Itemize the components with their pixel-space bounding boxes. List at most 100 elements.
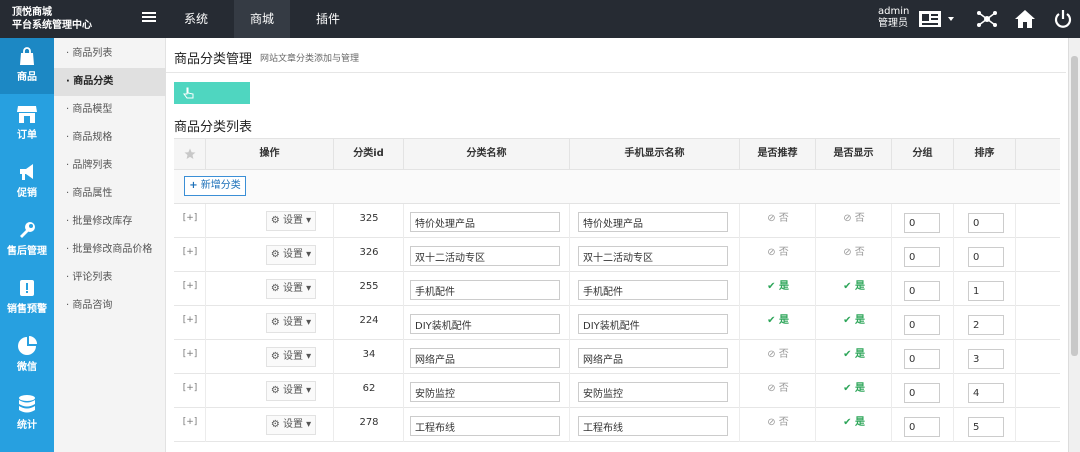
sort-input[interactable] — [968, 281, 1004, 301]
sort-input[interactable] — [968, 417, 1004, 437]
show-toggle[interactable]: ✔ 是 — [824, 306, 884, 336]
subnav-item-goods-spec[interactable]: · 商品规格 — [54, 124, 166, 152]
show-value: 否 — [854, 213, 865, 224]
mobile-name-input[interactable] — [578, 348, 728, 368]
bag-icon — [20, 47, 34, 65]
tab-plugins[interactable]: 插件 — [302, 0, 354, 38]
expand-toggle[interactable]: [+] — [174, 272, 206, 306]
settings-dropdown[interactable]: ⚙ 设置 ▾ — [266, 211, 316, 231]
expand-toggle[interactable]: [+] — [174, 238, 206, 272]
sort-input[interactable] — [968, 349, 1004, 369]
sort-input[interactable] — [968, 247, 1004, 267]
settings-dropdown[interactable]: ⚙ 设置 ▾ — [266, 347, 316, 367]
recommend-toggle[interactable]: ⊘ 否 — [748, 374, 808, 404]
sort-input[interactable] — [968, 383, 1004, 403]
mobile-name-input[interactable] — [578, 246, 728, 266]
group-input[interactable] — [904, 247, 940, 267]
tab-system[interactable]: 系统 — [170, 0, 222, 38]
id-card-icon[interactable] — [918, 9, 958, 29]
subnav-item-batch-price[interactable]: · 批量修改商品价格 — [54, 236, 166, 264]
show-toggle[interactable]: ✔ 是 — [824, 408, 884, 438]
group-input[interactable] — [904, 349, 940, 369]
category-id: 62 — [362, 383, 376, 394]
mobile-name-input[interactable] — [578, 280, 728, 300]
group-input[interactable] — [904, 315, 940, 335]
sitemap-icon[interactable] — [976, 9, 998, 29]
category-name-input[interactable] — [410, 314, 560, 334]
leftbar-item-promo[interactable]: 促销 — [0, 154, 54, 210]
col-mobile-name: 手机显示名称 — [570, 139, 740, 169]
leftbar-item-orders[interactable]: 订单 — [0, 96, 54, 152]
leftbar-item-wechat[interactable]: 微信 — [0, 328, 54, 384]
home-icon[interactable] — [1014, 9, 1036, 29]
sort-input[interactable] — [968, 315, 1004, 335]
user-info[interactable]: admin 管理员 — [878, 6, 909, 30]
expand-toggle[interactable]: [+] — [174, 340, 206, 374]
category-name-input[interactable] — [410, 416, 560, 436]
expand-toggle[interactable]: [+] — [174, 374, 206, 408]
settings-dropdown[interactable]: ⚙ 设置 ▾ — [266, 381, 316, 401]
leftbar-item-alert[interactable]: 销售预警 — [0, 270, 54, 326]
scrollbar[interactable] — [1068, 38, 1080, 452]
leftbar-item-stats[interactable]: 统计 — [0, 386, 54, 442]
recommend-toggle[interactable]: ✔ 是 — [748, 272, 808, 302]
power-icon[interactable] — [1052, 9, 1074, 29]
show-value: 是 — [854, 383, 865, 394]
show-toggle[interactable]: ⊘ 否 — [824, 238, 884, 268]
pie-icon — [18, 336, 37, 355]
leftbar-item-goods[interactable]: 商品 — [0, 38, 54, 94]
show-toggle[interactable]: ⊘ 否 — [824, 204, 884, 234]
database-icon — [19, 395, 35, 413]
leftbar-item-aftersale[interactable]: 售后管理 — [0, 212, 54, 268]
subnav-item-goods-category[interactable]: · 商品分类 — [54, 68, 166, 96]
ban-icon: ⊘ — [843, 247, 855, 258]
recommend-toggle[interactable]: ⊘ 否 — [748, 204, 808, 234]
settings-dropdown[interactable]: ⚙ 设置 ▾ — [266, 415, 316, 435]
subnav-item-goods-model[interactable]: · 商品模型 — [54, 96, 166, 124]
sort-input[interactable] — [968, 213, 1004, 233]
expand-toggle[interactable]: [+] — [174, 204, 206, 238]
mobile-name-input[interactable] — [578, 416, 728, 436]
ban-icon: ⊘ — [767, 247, 779, 258]
show-toggle[interactable]: ✔ 是 — [824, 340, 884, 370]
recommend-toggle[interactable]: ⊘ 否 — [748, 408, 808, 438]
add-category-button[interactable]: + 新增分类 — [184, 176, 246, 196]
category-name-input[interactable] — [410, 382, 560, 402]
expand-toggle[interactable]: [+] — [174, 306, 206, 340]
group-input[interactable] — [904, 213, 940, 233]
subnav-item-goods-list[interactable]: · 商品列表 — [54, 40, 166, 68]
show-toggle[interactable]: ✔ 是 — [824, 374, 884, 404]
category-name-input[interactable] — [410, 348, 560, 368]
menu-toggle-icon[interactable] — [142, 12, 156, 26]
group-input[interactable] — [904, 383, 940, 403]
settings-dropdown[interactable]: ⚙ 设置 ▾ — [266, 279, 316, 299]
leftbar-label-orders: 订单 — [17, 130, 37, 141]
recommend-toggle[interactable]: ⊘ 否 — [748, 340, 808, 370]
recommend-toggle[interactable]: ⊘ 否 — [748, 238, 808, 268]
group-input[interactable] — [904, 417, 940, 437]
category-id: 325 — [359, 213, 379, 224]
subnav-item-batch-stock[interactable]: · 批量修改库存 — [54, 208, 166, 236]
show-toggle[interactable]: ✔ 是 — [824, 272, 884, 302]
scroll-thumb[interactable] — [1071, 56, 1078, 356]
group-input[interactable] — [904, 281, 940, 301]
col-group: 分组 — [892, 139, 954, 169]
tab-mall[interactable]: 商城 — [234, 0, 290, 38]
settings-dropdown[interactable]: ⚙ 设置 ▾ — [266, 245, 316, 265]
settings-dropdown[interactable]: ⚙ 设置 ▾ — [266, 313, 316, 333]
mobile-name-input[interactable] — [578, 212, 728, 232]
recommend-toggle[interactable]: ✔ 是 — [748, 306, 808, 336]
subnav-item-comments[interactable]: · 评论列表 — [54, 264, 166, 292]
hand-pointer-button[interactable] — [174, 82, 250, 104]
check-circle-icon: ✔ — [767, 281, 779, 292]
expand-toggle[interactable]: [+] — [174, 408, 206, 442]
mobile-name-input[interactable] — [578, 382, 728, 402]
subnav-item-goods-attr[interactable]: · 商品属性 — [54, 180, 166, 208]
star-header[interactable] — [174, 139, 206, 169]
subnav-item-brand-list[interactable]: · 品牌列表 — [54, 152, 166, 180]
category-name-input[interactable] — [410, 280, 560, 300]
category-name-input[interactable] — [410, 246, 560, 266]
mobile-name-input[interactable] — [578, 314, 728, 334]
category-name-input[interactable] — [410, 212, 560, 232]
subnav-item-inquiry[interactable]: · 商品咨询 — [54, 292, 166, 320]
